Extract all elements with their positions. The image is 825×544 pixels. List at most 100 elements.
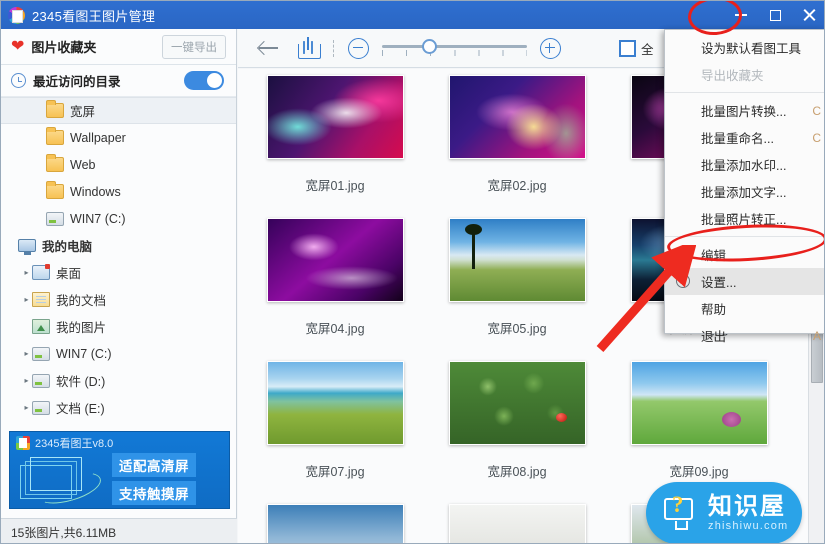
thumbnail-cell[interactable]: 宽屏04.jpg	[244, 214, 426, 337]
maximize-button[interactable]	[758, 1, 792, 29]
expand-arrow-icon[interactable]: ▸	[21, 268, 32, 277]
minimize-button[interactable]	[724, 1, 758, 29]
drive-icon	[32, 373, 50, 388]
recent-toggle[interactable]	[184, 71, 224, 90]
thumbnail-cell[interactable]: 宽屏01.jpg	[244, 71, 426, 194]
app-logo-icon	[16, 436, 30, 450]
thumbnail-image[interactable]	[266, 361, 404, 445]
expand-arrow-icon[interactable]: ▸	[21, 349, 32, 358]
thumbnail-caption: 宽屏05.jpg	[487, 322, 547, 336]
tree-item-label: WIN7 (C:)	[70, 211, 126, 226]
thumbnail-cell[interactable]: 宽屏07.jpg	[244, 357, 426, 480]
tree-item-label: WIN7 (C:)	[56, 346, 112, 361]
upload-icon[interactable]	[298, 37, 321, 59]
status-bar: 15张图片,共6.11MB	[1, 518, 237, 543]
thumbnail-cell[interactable]: 宽屏02.jpg	[426, 71, 608, 194]
tree-item[interactable]: ▸ 软件 (D:)	[1, 367, 236, 394]
folder-icon	[46, 181, 64, 199]
monitor-stack-icon	[18, 455, 110, 508]
expand-arrow-icon[interactable]: ▸	[21, 376, 32, 385]
favorites-row[interactable]: ❤ 图片收藏夹 一键导出	[1, 29, 236, 65]
menu-item-label: 批量添加水印...	[701, 159, 787, 173]
thumbnail-caption: 宽屏09.jpg	[669, 465, 729, 479]
thumbnail-cell[interactable]: 宽屏05.jpg	[426, 214, 608, 337]
slider-knob[interactable]	[422, 39, 437, 54]
menu-item[interactable]: 批量添加文字...	[665, 178, 824, 205]
favorites-label: 图片收藏夹	[31, 40, 97, 55]
promo-banner[interactable]: 2345看图王v8.0 适配高清屏 支持触摸屏	[9, 431, 230, 509]
menu-item[interactable]: 帮助	[665, 295, 824, 322]
menu-item[interactable]: 退出 A	[665, 322, 824, 349]
tree-item[interactable]: ▸ 宽屏	[1, 97, 236, 124]
zoom-out-icon[interactable]	[348, 37, 369, 59]
tree-item-label: 宽屏	[70, 105, 96, 119]
menu-item-shortcut: C	[812, 130, 821, 145]
thumbnail-image[interactable]	[448, 75, 586, 159]
watermark-cn: 知识屋	[708, 493, 786, 521]
app-logo-icon	[8, 6, 25, 24]
tree-item[interactable]: ▸ Web	[1, 151, 236, 178]
back-arrow-icon[interactable]	[256, 35, 282, 61]
recent-directories-label: 最近访问的目录	[33, 75, 121, 89]
tree-item[interactable]: ▸ Wallpaper	[1, 124, 236, 151]
tree-item[interactable]: ▸ WIN7 (C:)	[1, 340, 236, 367]
tree-item[interactable]: ▸ 我的图片	[1, 313, 236, 340]
window-title: 2345看图王图片管理	[32, 8, 156, 24]
folder-icon	[46, 100, 64, 118]
tree-item[interactable]: ▸ 我的电脑	[1, 232, 236, 259]
thumbnail-image[interactable]	[266, 504, 404, 543]
promo-tags: 适配高清屏 支持触摸屏	[112, 453, 196, 508]
expand-arrow-icon: ▸	[21, 322, 32, 331]
tree-item-label: 我的文档	[56, 294, 107, 308]
zoom-slider[interactable]	[382, 37, 527, 59]
tree-item[interactable]: ▸ 文档 (E:)	[1, 394, 236, 421]
menu-item[interactable]: 设为默认看图工具	[665, 34, 824, 61]
menu-item[interactable]: 批量重命名... C	[665, 124, 824, 151]
promo-tag: 支持触摸屏	[112, 481, 196, 505]
toolbar-divider	[333, 39, 334, 57]
expand-arrow-icon[interactable]: ▸	[21, 403, 32, 412]
menu-item[interactable]: 批量照片转正...	[665, 205, 824, 232]
select-all-checkbox[interactable]	[619, 39, 636, 57]
tree-item[interactable]: ▸ Windows	[1, 178, 236, 205]
thumbnail-wrap	[244, 357, 426, 449]
menu-separator	[665, 236, 824, 237]
one-click-export-button[interactable]: 一键导出	[162, 34, 226, 59]
menu-item[interactable]: 批量添加水印...	[665, 151, 824, 178]
menu-item-shortcut: A	[812, 328, 821, 343]
tree-item-label: 文档 (E:)	[56, 402, 105, 416]
thumbnail-image[interactable]	[448, 218, 586, 302]
thumbnail-image[interactable]	[266, 218, 404, 302]
thumbnail-image[interactable]	[448, 504, 586, 543]
slider-track	[382, 45, 527, 48]
thumbnail-cell[interactable]: 宽屏09.jpg	[608, 357, 790, 480]
menu-item-label: 编辑	[701, 249, 727, 263]
menu-item[interactable]: 编辑	[665, 241, 824, 268]
expand-arrow-icon[interactable]: ▸	[21, 295, 32, 304]
tree-item[interactable]: ▸ 我的文档	[1, 286, 236, 313]
close-icon	[802, 8, 816, 22]
thumbnail-cell[interactable]	[426, 500, 608, 543]
close-button[interactable]	[792, 1, 824, 29]
menu-item[interactable]: 设置...	[665, 268, 824, 295]
thumbnail-image[interactable]	[266, 75, 404, 159]
drive-icon	[32, 400, 50, 415]
zoom-in-icon[interactable]	[540, 37, 561, 59]
thumbnail-wrap	[426, 500, 608, 543]
thumbnail-caption: 宽屏07.jpg	[305, 465, 365, 479]
thumbnail-cell[interactable]	[244, 500, 426, 543]
select-all-control[interactable]: 全	[619, 39, 654, 58]
thumbnail-cell[interactable]: 宽屏08.jpg	[426, 357, 608, 480]
menu-item[interactable]: 批量图片转换... C	[665, 97, 824, 124]
tree-item[interactable]: ▸ 桌面	[1, 259, 236, 286]
thumbnail-image[interactable]	[448, 361, 586, 445]
menu-item-label: 导出收藏夹	[701, 69, 764, 83]
heart-icon: ❤	[11, 37, 25, 55]
recent-directories-row[interactable]: 最近访问的目录	[1, 65, 236, 97]
folder-icon	[46, 127, 64, 145]
tree-item[interactable]: ▸ WIN7 (C:)	[1, 205, 236, 232]
thumbnail-image[interactable]	[630, 361, 768, 445]
thumbnail-wrap	[426, 214, 608, 306]
expand-arrow-icon: ▸	[7, 241, 18, 250]
menu-item-label: 批量图片转换...	[701, 105, 787, 119]
